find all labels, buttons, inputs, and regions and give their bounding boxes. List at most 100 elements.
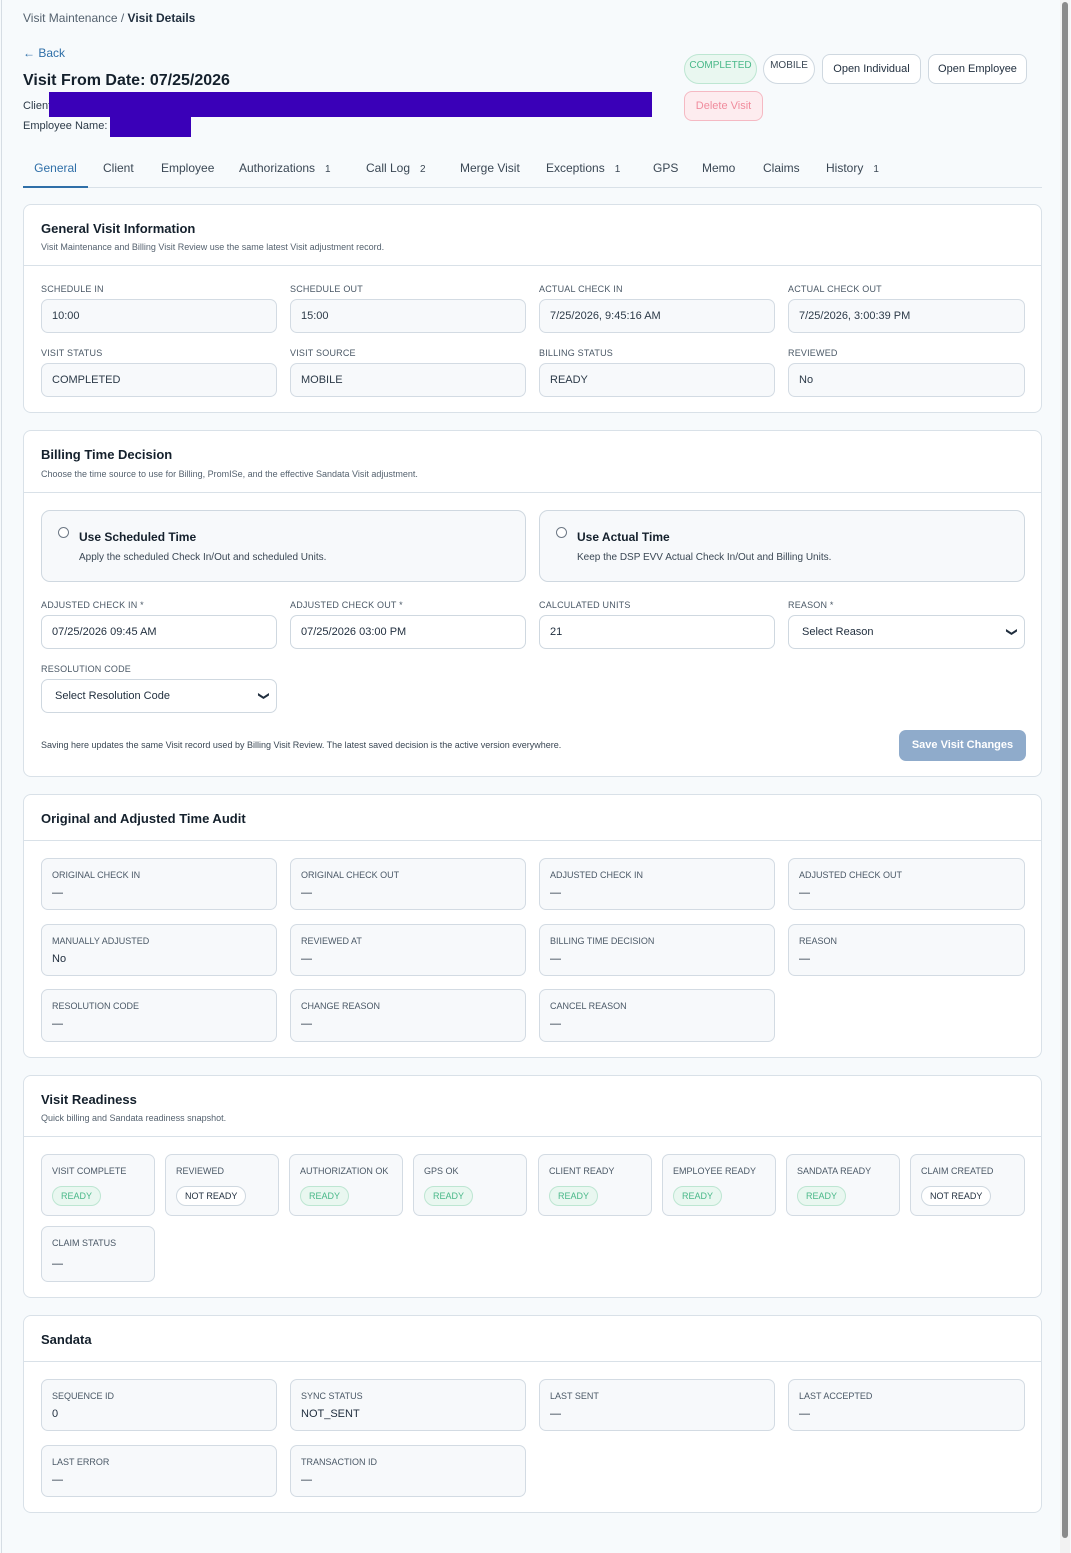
radio-button[interactable] <box>556 527 567 538</box>
item-value: — <box>550 953 561 965</box>
client-name-redaction <box>49 92 652 117</box>
chevron-down-icon: ❯ <box>257 691 270 701</box>
card-title: Billing Time Decision <box>41 447 173 462</box>
audit-item: CHANGE REASON — <box>290 989 526 1042</box>
schedule-out-field: 15:00 <box>290 299 526 333</box>
field-label: SCHEDULE IN <box>41 284 104 294</box>
general-info-card: General Visit Information Visit Maintena… <box>23 204 1042 413</box>
item-label: LAST ACCEPTED <box>799 1391 873 1401</box>
item-label: ADJUSTED CHECK OUT <box>799 870 903 880</box>
breadcrumb-parent[interactable]: Visit Maintenance <box>23 11 118 25</box>
tab-authorizations[interactable]: Authorizations 1 <box>239 150 331 188</box>
tab-employee[interactable]: Employee <box>161 150 214 188</box>
item-value: — <box>52 1258 63 1270</box>
tab-label: General <box>34 161 77 175</box>
item-label: EMPLOYEE READY <box>673 1166 757 1176</box>
use-actual-time-option[interactable]: Use Actual Time Keep the DSP EVV Actual … <box>539 510 1025 582</box>
tab-call-log[interactable]: Call Log 2 <box>366 150 426 188</box>
option-title: Use Actual Time <box>577 530 670 544</box>
visit-readiness-card: Visit Readiness Quick billing and Sandat… <box>23 1075 1042 1298</box>
item-value: — <box>301 887 312 899</box>
tab-label: Merge Visit <box>460 161 520 175</box>
delete-visit-button[interactable]: Delete Visit <box>684 91 763 121</box>
item-value: NOT_SENT <box>301 1408 360 1420</box>
card-title: Original and Adjusted Time Audit <box>41 811 246 826</box>
adjusted-check-in-input[interactable]: 07/25/2026 09:45 AM <box>41 615 277 649</box>
item-label: GPS OK <box>424 1166 459 1176</box>
employee-label: Employee Name: <box>23 120 108 132</box>
open-employee-button[interactable]: Open Employee <box>928 54 1027 84</box>
item-value: No <box>52 953 67 965</box>
tab-gps[interactable]: GPS <box>653 150 678 188</box>
field-label: CALCULATED UNITS <box>539 600 631 610</box>
item-label: MANUALLY ADJUSTED <box>52 936 150 946</box>
item-label: CLIENT READY <box>549 1166 615 1176</box>
audit-item: ORIGINAL CHECK IN — <box>41 858 277 910</box>
tab-count: 1 <box>325 164 331 175</box>
item-label: CLAIM CREATED <box>921 1166 994 1176</box>
card-title: Visit Readiness <box>41 1092 137 1107</box>
ready-badge: READY <box>424 1186 474 1206</box>
ready-badge: READY <box>549 1186 599 1206</box>
tab-general[interactable]: General <box>23 150 88 188</box>
scrollbar-thumb[interactable] <box>1062 2 1068 1538</box>
ready-badge: READY <box>52 1186 102 1206</box>
card-subtitle: Visit Maintenance and Billing Visit Revi… <box>41 242 385 252</box>
page-title: Visit From Date: 07/25/2026 <box>23 72 230 89</box>
field-label: VISIT SOURCE <box>290 348 356 358</box>
reviewed-field: No <box>788 363 1025 397</box>
option-description: Apply the scheduled Check In/Out and sch… <box>79 552 327 563</box>
save-note: Saving here updates the same Visit recor… <box>41 740 562 750</box>
status-badge: COMPLETED <box>684 54 757 84</box>
item-label: ADJUSTED CHECK IN <box>550 870 644 880</box>
adjusted-check-out-input[interactable]: 07/25/2026 03:00 PM <box>290 615 526 649</box>
sandata-item: LAST ACCEPTED — <box>788 1379 1025 1431</box>
tab-history[interactable]: History 1 <box>826 150 879 188</box>
item-value: — <box>550 1408 561 1420</box>
sandata-item: TRANSACTION ID — <box>290 1445 526 1497</box>
tab-claims[interactable]: Claims <box>763 150 800 188</box>
audit-item: MANUALLY ADJUSTED No <box>41 924 277 976</box>
billing-decision-card: Billing Time Decision Choose the time so… <box>23 430 1042 777</box>
breadcrumb: Visit Maintenance / Visit Details <box>23 11 195 25</box>
reason-select[interactable]: Select Reason ❯ <box>788 615 1025 649</box>
tab-bar: General Client Employee Authorizations 1 … <box>23 150 1042 188</box>
scrollbar[interactable] <box>1060 0 1070 1553</box>
audit-item: ORIGINAL CHECK OUT — <box>290 858 526 910</box>
breadcrumb-current: Visit Details <box>127 11 196 25</box>
tab-label: Memo <box>702 161 736 175</box>
back-link[interactable]: ← Back <box>23 46 65 60</box>
sandata-item: LAST ERROR — <box>41 1445 277 1497</box>
card-header: Visit Readiness Quick billing and Sandat… <box>24 1076 1041 1137</box>
card-subtitle: Quick billing and Sandata readiness snap… <box>41 1113 227 1123</box>
item-label: RESOLUTION CODE <box>52 1001 140 1011</box>
radio-button[interactable] <box>58 527 69 538</box>
tab-memo[interactable]: Memo <box>702 150 735 188</box>
actual-check-in-field: 7/25/2026, 9:45:16 AM <box>539 299 775 333</box>
sandata-item: SEQUENCE ID 0 <box>41 1379 277 1431</box>
billing-status-field: READY <box>539 363 775 397</box>
chevron-down-icon: ❯ <box>1005 627 1018 637</box>
field-label: SCHEDULE OUT <box>290 284 363 294</box>
calculated-units-input[interactable]: 21 <box>539 615 775 649</box>
audit-item: REVIEWED AT — <box>290 924 526 976</box>
tab-exceptions[interactable]: Exceptions 1 <box>546 150 620 188</box>
sandata-item: SYNC STATUS NOT_SENT <box>290 1379 526 1431</box>
item-label: REASON <box>799 936 838 946</box>
save-visit-changes-button[interactable]: Save Visit Changes <box>899 730 1026 761</box>
item-label: CLAIM STATUS <box>52 1238 117 1248</box>
readiness-item: CLIENT READY READY <box>538 1154 652 1216</box>
tab-label: Exceptions <box>546 161 605 175</box>
item-value: — <box>550 887 561 899</box>
use-scheduled-time-option[interactable]: Use Scheduled Time Apply the scheduled C… <box>41 510 526 582</box>
open-individual-button[interactable]: Open Individual <box>822 54 921 84</box>
field-label: ADJUSTED CHECK OUT * <box>290 600 403 610</box>
field-label: ACTUAL CHECK IN <box>539 284 623 294</box>
card-subtitle: Choose the time source to use for Billin… <box>41 469 418 479</box>
claim-status-item: CLAIM STATUS — <box>41 1226 155 1282</box>
tab-merge-visit[interactable]: Merge Visit <box>460 150 520 188</box>
tab-client[interactable]: Client <box>103 150 134 188</box>
resolution-code-select[interactable]: Select Resolution Code ❯ <box>41 679 277 713</box>
readiness-item: SANDATA READY READY <box>786 1154 900 1216</box>
tab-label: Authorizations <box>239 161 316 175</box>
